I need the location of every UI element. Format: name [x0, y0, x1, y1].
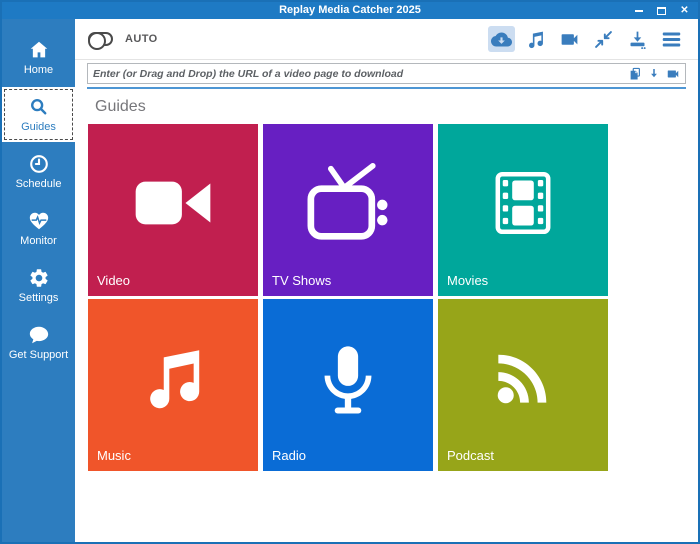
- sidebar-item-home[interactable]: Home: [2, 30, 75, 85]
- title-bar: Replay Media Catcher 2025 ✕: [2, 2, 698, 19]
- url-bar: [87, 63, 686, 89]
- sidebar-item-monitor[interactable]: Monitor: [2, 201, 75, 256]
- heart-pulse-icon: [28, 210, 50, 232]
- app-window: Replay Media Catcher 2025 ✕ Home Guides …: [0, 0, 700, 544]
- video-camera-icon: [97, 132, 249, 274]
- video-camera-icon: [559, 29, 580, 50]
- music-note-icon: [525, 29, 546, 50]
- tile-label: Video: [97, 274, 249, 288]
- maximize-button[interactable]: [652, 3, 671, 18]
- url-accent-line: [87, 87, 686, 89]
- maximize-icon: [657, 7, 666, 15]
- gear-icon: [28, 267, 50, 289]
- download-arrow-icon[interactable]: [647, 67, 661, 81]
- cloud-download-icon: [491, 29, 512, 50]
- tile-tv-shows[interactable]: TV Shows: [263, 124, 433, 296]
- tile-video[interactable]: Video: [88, 124, 258, 296]
- music-note-icon: [97, 307, 249, 449]
- url-bar-icons: [628, 67, 680, 81]
- menu-icon: [661, 29, 682, 50]
- sidebar-item-get-support[interactable]: Get Support: [2, 315, 75, 370]
- tile-label: Music: [97, 449, 249, 463]
- video-capture-button[interactable]: [556, 26, 583, 52]
- sidebar-item-label: Get Support: [9, 350, 68, 361]
- camera-icon[interactable]: [666, 67, 680, 81]
- tile-label: TV Shows: [272, 274, 424, 288]
- sidebar-item-settings[interactable]: Settings: [2, 258, 75, 313]
- downloads-button[interactable]: [624, 26, 651, 52]
- auto-toggle-label: AUTO: [125, 33, 158, 45]
- toolbar: AUTO: [75, 19, 698, 60]
- sidebar-item-label: Home: [24, 65, 53, 76]
- music-capture-button[interactable]: [522, 26, 549, 52]
- guides-tile-grid: Video TV Shows Movies: [88, 124, 698, 471]
- microphone-icon: [272, 307, 424, 449]
- sidebar-item-schedule[interactable]: Schedule: [2, 144, 75, 199]
- sidebar-item-label: Guides: [21, 122, 56, 133]
- clock-icon: [28, 153, 50, 175]
- auto-toggle[interactable]: [88, 32, 113, 46]
- sidebar-item-guides[interactable]: Guides: [2, 87, 75, 142]
- search-icon: [28, 96, 50, 118]
- shrink-icon: [593, 29, 614, 50]
- tile-radio[interactable]: Radio: [263, 299, 433, 471]
- content-area: AUTO: [75, 19, 698, 542]
- url-input[interactable]: [93, 64, 628, 83]
- tile-music[interactable]: Music: [88, 299, 258, 471]
- minimize-button[interactable]: [629, 3, 648, 18]
- menu-button[interactable]: [658, 26, 685, 52]
- paste-icon[interactable]: [628, 67, 642, 81]
- auto-toggle-knob: [88, 32, 106, 50]
- tile-label: Movies: [447, 274, 599, 288]
- home-icon: [28, 39, 50, 61]
- download-tray-icon: [627, 29, 648, 50]
- close-button[interactable]: ✕: [675, 3, 694, 18]
- toolbar-icons: [488, 26, 685, 52]
- url-input-box: [87, 63, 686, 84]
- minimize-icon: [635, 10, 643, 12]
- sidebar-item-label: Schedule: [16, 179, 62, 190]
- film-strip-icon: [447, 132, 599, 274]
- cloud-download-button[interactable]: [488, 26, 515, 52]
- tile-label: Radio: [272, 449, 424, 463]
- tile-label: Podcast: [447, 449, 599, 463]
- window-controls: ✕: [629, 3, 698, 18]
- sidebar-item-label: Monitor: [20, 236, 57, 247]
- tile-movies[interactable]: Movies: [438, 124, 608, 296]
- tv-icon: [272, 132, 424, 274]
- rss-icon: [447, 307, 599, 449]
- tile-podcast[interactable]: Podcast: [438, 299, 608, 471]
- speech-bubble-icon: [28, 324, 50, 346]
- page-title: Guides: [95, 98, 698, 116]
- sidebar-item-label: Settings: [19, 293, 59, 304]
- window-title: Replay Media Catcher 2025: [2, 2, 698, 19]
- sidebar: Home Guides Schedule Monitor Settings Ge: [2, 19, 75, 542]
- close-icon: ✕: [680, 6, 688, 16]
- shrink-window-button[interactable]: [590, 26, 617, 52]
